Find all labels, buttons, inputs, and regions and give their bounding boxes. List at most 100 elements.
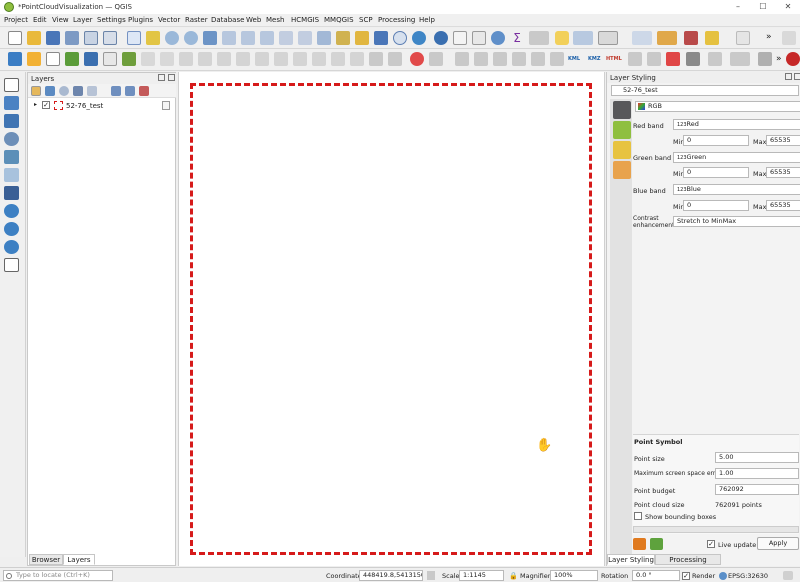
close-button[interactable]: ✕ xyxy=(776,0,800,14)
lock-scale-icon[interactable]: 🔒 xyxy=(509,572,518,580)
layer-visibility-checkbox[interactable]: ✓ xyxy=(42,101,50,109)
bounding-boxes-checkbox[interactable] xyxy=(634,512,642,520)
digitize-tools-icon[interactable] xyxy=(632,31,652,45)
menu-project[interactable]: Project xyxy=(4,16,28,24)
close-panel-icon[interactable] xyxy=(168,74,175,81)
collapse-all-icon[interactable] xyxy=(125,86,135,96)
label-tool-icon[interactable] xyxy=(350,52,364,66)
zoom-next-icon[interactable] xyxy=(298,31,312,45)
move-feature-icon[interactable] xyxy=(217,52,231,66)
grid-icon[interactable] xyxy=(736,31,750,45)
paste-features-icon[interactable] xyxy=(293,52,307,66)
float-styling-panel-icon[interactable] xyxy=(785,73,792,80)
menu-mmqgis[interactable]: MMQGIS xyxy=(324,16,354,24)
menu-hcmgis[interactable]: HCMGIS xyxy=(291,16,319,24)
green-band-select[interactable]: 123Green xyxy=(673,152,800,163)
expand-all-icon[interactable] xyxy=(111,86,121,96)
plugin-tool-icon[interactable] xyxy=(657,31,677,45)
identify-icon[interactable] xyxy=(434,31,448,45)
kml-button[interactable]: KML xyxy=(568,56,580,62)
add-group-icon[interactable] xyxy=(45,86,55,96)
add-feature-icon[interactable] xyxy=(179,52,193,66)
renderer-select[interactable]: RGB xyxy=(635,101,800,112)
tree-expand-icon[interactable]: ▸ xyxy=(34,101,37,108)
new-geopackage-layer-icon[interactable] xyxy=(27,52,41,66)
new-project-icon[interactable] xyxy=(8,31,22,45)
blue-band-select[interactable]: 123Blue xyxy=(673,184,800,195)
red-band-select[interactable]: 123Red xyxy=(673,119,800,130)
note-icon[interactable] xyxy=(705,31,719,45)
add-wfs-icon[interactable] xyxy=(4,222,19,236)
crs-button[interactable]: EPSG:32630 xyxy=(728,572,768,580)
redo-icon[interactable] xyxy=(331,52,345,66)
menu-database[interactable]: Database xyxy=(211,16,244,24)
kmz-button[interactable]: KMZ xyxy=(588,56,600,62)
close-styling-panel-icon[interactable] xyxy=(794,73,800,80)
locator-input[interactable]: Type to locate (Ctrl+K) xyxy=(3,570,113,581)
maximize-button[interactable]: ☐ xyxy=(751,0,775,14)
layer-indicator-icon[interactable] xyxy=(162,101,170,110)
layout-manager-icon[interactable] xyxy=(103,31,117,45)
toolbar-overflow-chevron[interactable]: » xyxy=(766,32,772,42)
select-by-location-icon[interactable] xyxy=(573,31,593,45)
zoom-native-icon[interactable] xyxy=(260,31,274,45)
menu-mesh[interactable]: Mesh xyxy=(266,16,284,24)
processing-toolbox-icon[interactable] xyxy=(491,31,505,45)
html-button[interactable]: HTML xyxy=(606,56,622,62)
new-map-view-icon[interactable] xyxy=(317,31,331,45)
apply-button[interactable]: Apply xyxy=(757,537,799,550)
green-min-input[interactable]: 0 xyxy=(683,167,749,178)
raster-calc-icon[interactable] xyxy=(429,52,443,66)
add-virtual-vertical-icon[interactable] xyxy=(4,258,19,272)
mmqgis-tool-1-icon[interactable] xyxy=(455,52,469,66)
delete-selected-icon[interactable] xyxy=(236,52,250,66)
map-tips-icon[interactable] xyxy=(555,31,569,45)
add-wms-icon[interactable] xyxy=(4,204,19,218)
hcmgis-tool-1-icon[interactable] xyxy=(628,52,642,66)
save-project-icon[interactable] xyxy=(46,31,60,45)
undo-style-icon[interactable] xyxy=(633,538,646,550)
menu-processing[interactable]: Processing xyxy=(378,16,415,24)
toolbar-extra-icon[interactable] xyxy=(782,31,796,45)
scp-tool-1-icon[interactable] xyxy=(708,52,722,66)
zoom-to-layer-icon[interactable] xyxy=(241,31,255,45)
messages-icon[interactable] xyxy=(783,571,793,580)
max-error-input[interactable]: 1.00 xyxy=(715,468,799,479)
temporal-controller-icon[interactable] xyxy=(393,31,407,45)
hcmgis-tool-2-icon[interactable] xyxy=(647,52,661,66)
coordinate-input[interactable]: 448419.8,5413150.3 xyxy=(359,570,423,581)
manage-map-themes-icon[interactable] xyxy=(59,86,69,96)
zoom-full-icon[interactable] xyxy=(203,31,217,45)
minimize-button[interactable]: – xyxy=(726,0,750,14)
attribute-table-icon[interactable] xyxy=(453,31,467,45)
live-update-checkbox[interactable]: ✓ xyxy=(707,540,715,548)
new-virtual-layer-icon[interactable] xyxy=(103,52,117,66)
menu-plugins[interactable]: Plugins xyxy=(128,16,153,24)
scp-tool-3-icon[interactable] xyxy=(758,52,772,66)
filter-expression-icon[interactable] xyxy=(87,86,97,96)
mmqgis-tool-4-icon[interactable] xyxy=(512,52,526,66)
remove-layer-icon[interactable] xyxy=(139,86,149,96)
semi-automatic-classification-icon[interactable] xyxy=(684,31,698,45)
filter-legend-icon[interactable] xyxy=(73,86,83,96)
save-as-icon[interactable] xyxy=(65,31,79,45)
mmqgis-tool-2-icon[interactable] xyxy=(474,52,488,66)
menu-scp[interactable]: SCP xyxy=(359,16,373,24)
stop-sign-icon[interactable] xyxy=(666,52,680,66)
measure-line-icon[interactable] xyxy=(529,31,549,45)
pan-to-selection-icon[interactable] xyxy=(146,31,160,45)
open-project-icon[interactable] xyxy=(27,31,41,45)
statistics-sigma-icon[interactable]: Σ xyxy=(510,31,524,45)
elevation-icon[interactable] xyxy=(613,141,631,159)
field-calculator-icon[interactable] xyxy=(472,31,486,45)
blue-max-input[interactable]: 65535 xyxy=(766,200,800,211)
horizontal-scrollbar[interactable] xyxy=(633,526,799,533)
new-shapefile-icon[interactable] xyxy=(65,52,79,66)
menu-web[interactable]: Web xyxy=(246,16,261,24)
cut-features-icon[interactable] xyxy=(255,52,269,66)
zoom-out-icon[interactable] xyxy=(184,31,198,45)
show-bookmarks-icon[interactable] xyxy=(374,31,388,45)
tab-layers[interactable]: Layers xyxy=(63,554,95,565)
magnifier-input[interactable]: 100% xyxy=(550,570,598,581)
undo-icon[interactable] xyxy=(312,52,326,66)
